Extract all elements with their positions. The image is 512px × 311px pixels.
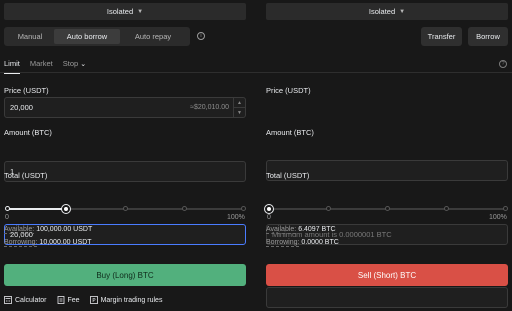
order-type-tabs: Limit Market Stop ⌄ [4, 59, 96, 74]
calculator-icon [4, 296, 12, 304]
stepper-up-icon[interactable]: ▲ [234, 98, 245, 108]
margin-mode-select-right[interactable]: Isolated ▼ [266, 3, 508, 20]
slider-tick-75[interactable] [444, 206, 449, 211]
margin-rules-link[interactable]: Margin trading rules [101, 297, 163, 304]
slider-max-right: 100% [489, 214, 507, 221]
price-value-left: 20,000 [10, 103, 33, 112]
margin-mode-select-left[interactable]: Isolated ▼ [4, 3, 246, 20]
price-usd-hint: ≈$20,010.00 [190, 104, 229, 111]
slider-tick-50[interactable] [123, 206, 128, 211]
tabs-divider [0, 72, 512, 73]
help-icon[interactable]: ? [499, 60, 507, 68]
price-input-left[interactable]: 20,000 ≈$20,010.00 ▲ ▼ [4, 97, 246, 118]
slider-fill-left [7, 208, 66, 210]
borrow-button[interactable]: Borrow [468, 27, 508, 46]
margin-mode-select-label: Isolated [106, 7, 134, 16]
tab-stop-label: Stop [62, 59, 79, 68]
slider-tick-100[interactable] [503, 206, 508, 211]
margin-mode-select-label: Isolated [368, 7, 396, 16]
borrowing-line-left: Borrowing: 10,000.00 USDT [4, 239, 92, 247]
fee-icon [57, 296, 65, 304]
fee-link[interactable]: Fee [68, 297, 80, 304]
amount-label-right: Amount (BTC) [266, 128, 314, 137]
sell-short-button[interactable]: Sell (Short) BTC [266, 264, 508, 286]
borrowing-label-right: Borrowing: [266, 239, 300, 247]
slider-min-right: 0 [267, 214, 271, 221]
price-label-left: Price (USDT) [4, 86, 49, 95]
slider-tick-0[interactable] [5, 206, 10, 211]
order-mode-auto-repay[interactable]: Auto repay [120, 29, 186, 44]
chevron-down-icon: ⌄ [80, 61, 87, 68]
available-label-right: Available: [266, 226, 297, 234]
slider-tick-75[interactable] [182, 206, 187, 211]
info-icon[interactable]: i [197, 32, 205, 40]
slider-handle-left[interactable] [62, 205, 70, 213]
total-label-left: Total (USDT) [4, 171, 48, 180]
stepper-down-icon[interactable]: ▼ [234, 108, 245, 117]
slider-tick-25[interactable] [326, 206, 331, 211]
borrowing-value-left: 10,000.00 USDT [39, 239, 92, 246]
slider-max-left: 100% [227, 214, 245, 221]
price-stepper: ▲ ▼ [233, 98, 245, 117]
total-label-right: Total (USDT) [266, 171, 310, 180]
slider-min-left: 0 [5, 214, 9, 221]
available-label-left: Available: [4, 226, 35, 234]
chevron-down-icon: ▼ [137, 8, 144, 15]
available-value-left: 100,000.00 USDT [36, 226, 93, 233]
tab-stop[interactable]: Stop ⌄ [63, 59, 86, 68]
order-mode-manual[interactable]: Manual [6, 29, 54, 44]
transfer-button[interactable]: Transfer [421, 27, 462, 46]
tab-limit[interactable]: Limit [4, 59, 20, 74]
chevron-down-icon: ▼ [399, 8, 406, 15]
rules-icon: P [89, 296, 98, 304]
tab-market[interactable]: Market [30, 59, 53, 68]
order-mode-switch: Manual Auto borrow Auto repay [4, 27, 190, 46]
borrowing-label-left: Borrowing: [4, 239, 38, 247]
slider-tick-100[interactable] [241, 206, 246, 211]
buy-long-button[interactable]: Buy (Long) BTC [4, 264, 246, 286]
slider-tick-50[interactable] [385, 206, 390, 211]
price-label-right: Price (USDT) [266, 86, 311, 95]
order-mode-auto-borrow[interactable]: Auto borrow [54, 29, 120, 44]
available-value-right: 6.4097 BTC [298, 226, 336, 233]
calculator-link[interactable]: Calculator [15, 297, 47, 304]
available-line-left: Available: 100,000.00 USDT [4, 226, 93, 234]
amount-label-left: Amount (BTC) [4, 128, 52, 137]
borrowing-line-right: Borrowing: 0.0000 BTC [266, 239, 339, 247]
slider-handle-right[interactable] [265, 205, 273, 213]
borrowing-value-right: 0.0000 BTC [301, 239, 339, 246]
available-line-right: Available: 6.4097 BTC [266, 226, 336, 234]
footer-links: Calculator Fee P Margin trading rules [4, 296, 162, 304]
total-input-right[interactable] [266, 287, 508, 308]
